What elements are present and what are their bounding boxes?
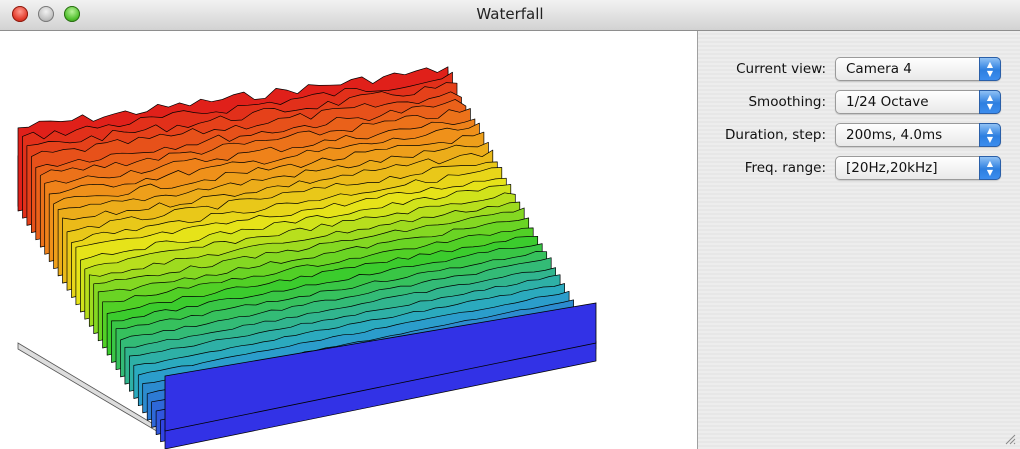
duration-step-select[interactable]: 200ms, 4.0ms ▲ ▼ <box>835 123 1001 147</box>
freq-range-row: Freq. range: [20Hz,20kHz] ▲ ▼ <box>698 156 1020 180</box>
updown-arrows-icon: ▲ ▼ <box>979 123 1001 147</box>
updown-arrows-icon: ▲ ▼ <box>979 90 1001 114</box>
smoothing-value: 1/24 Octave <box>846 94 929 110</box>
freq-range-label: Freq. range: <box>744 160 826 176</box>
smoothing-row: Smoothing: 1/24 Octave ▲ ▼ <box>698 90 1020 114</box>
waterfall-plot[interactable] <box>0 31 698 449</box>
updown-arrows-icon: ▲ ▼ <box>979 57 1001 81</box>
resize-grip-icon[interactable] <box>1004 433 1016 445</box>
waterfall-3d-graph[interactable] <box>0 31 697 449</box>
current-view-value: Camera 4 <box>846 61 912 77</box>
duration-step-value: 200ms, 4.0ms <box>846 127 943 143</box>
settings-panel: Current view: Camera 4 ▲ ▼ Smoothing: 1/2… <box>698 31 1020 449</box>
current-view-select[interactable]: Camera 4 ▲ ▼ <box>835 57 1001 81</box>
freq-range-select[interactable]: [20Hz,20kHz] ▲ ▼ <box>835 156 1001 180</box>
smoothing-label: Smoothing: <box>748 94 826 110</box>
smoothing-select[interactable]: 1/24 Octave ▲ ▼ <box>835 90 1001 114</box>
duration-step-label: Duration, step: <box>725 127 826 143</box>
window-title: Waterfall <box>476 5 544 23</box>
updown-arrows-icon: ▲ ▼ <box>979 156 1001 180</box>
waterfall-window: Waterfall Current view: Camera 4 ▲ ▼ Smoo… <box>0 0 1020 449</box>
current-view-row: Current view: Camera 4 ▲ ▼ <box>698 57 1020 81</box>
duration-step-row: Duration, step: 200ms, 4.0ms ▲ ▼ <box>698 123 1020 147</box>
current-view-label: Current view: <box>736 61 826 77</box>
title-bar[interactable]: Waterfall <box>0 0 1020 31</box>
freq-range-value: [20Hz,20kHz] <box>846 160 938 176</box>
